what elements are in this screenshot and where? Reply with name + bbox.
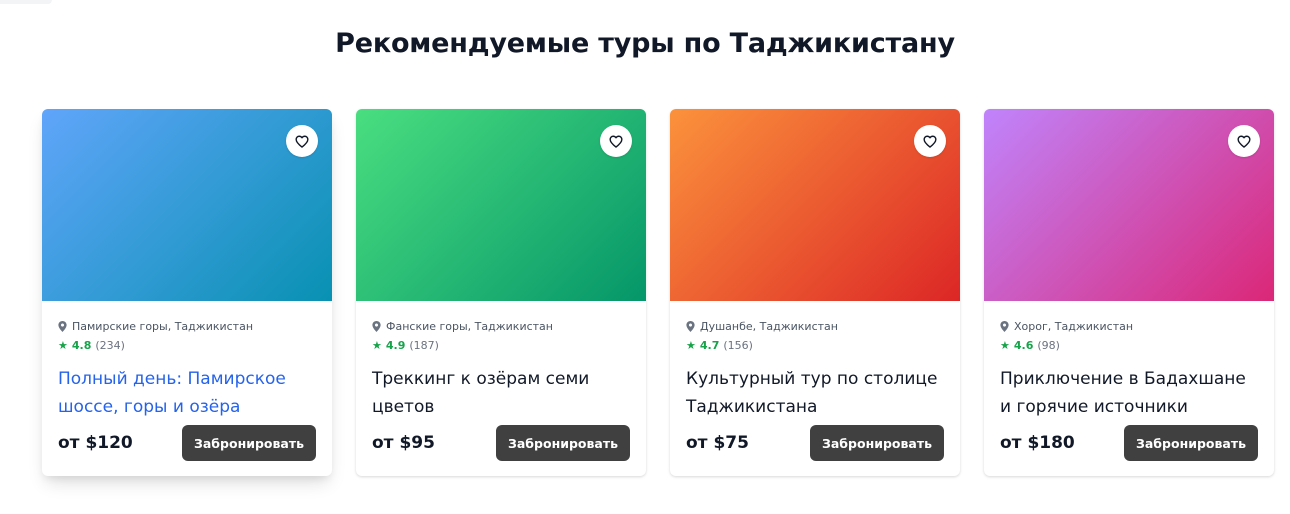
rating-score: 4.6 (1013, 339, 1034, 352)
star-icon: ★ (686, 339, 696, 352)
tour-location: Фанские горы, Таджикистан (372, 320, 553, 333)
review-count: (234) (95, 339, 125, 352)
tour-image[interactable] (670, 109, 960, 301)
map-pin-icon (58, 321, 67, 332)
tour-title[interactable]: Культурный тур по столице Таджикистана (686, 365, 946, 421)
rating-score: 4.8 (71, 339, 92, 352)
rating-score: 4.9 (385, 339, 406, 352)
tour-rating: ★ 4.7 (156) (686, 339, 753, 352)
map-pin-icon (372, 321, 381, 332)
tour-image[interactable] (42, 109, 332, 301)
tour-location: Душанбе, Таджикистан (686, 320, 838, 333)
book-button[interactable]: Забронировать (1124, 425, 1258, 461)
tour-rating: ★ 4.9 (187) (372, 339, 439, 352)
section-title: Рекомендуемые туры по Таджикистану (335, 28, 955, 59)
tour-location: Хорог, Таджикистан (1000, 320, 1133, 333)
star-icon: ★ (58, 339, 68, 352)
tour-rating: ★ 4.8 (234) (58, 339, 125, 352)
tour-image[interactable] (984, 109, 1274, 301)
tour-location-text: Фанские горы, Таджикистан (386, 320, 553, 333)
map-pin-icon (1000, 321, 1009, 332)
tour-location-text: Хорог, Таджикистан (1014, 320, 1134, 333)
tour-card[interactable]: Фанские горы, Таджикистан ★ 4.9 (187) Тр… (356, 109, 646, 476)
tour-title[interactable]: Полный день: Памирское шоссе, горы и озё… (58, 365, 318, 421)
tour-price: от $75 (686, 433, 749, 453)
tour-title[interactable]: Треккинг к озёрам семи цветов (372, 365, 632, 421)
tour-price: от $180 (1000, 433, 1075, 453)
tour-title[interactable]: Приключение в Бадахшане и горячие источн… (1000, 365, 1260, 421)
star-icon: ★ (372, 339, 382, 352)
tour-location-text: Памирские горы, Таджикистан (72, 320, 254, 333)
tour-card[interactable]: Душанбе, Таджикистан ★ 4.7 (156) Культур… (670, 109, 960, 476)
tour-card[interactable]: Хорог, Таджикистан ★ 4.6 (98) Приключени… (984, 109, 1274, 476)
review-count: (156) (723, 339, 753, 352)
book-button[interactable]: Забронировать (810, 425, 944, 461)
favorite-button[interactable] (914, 125, 946, 157)
tour-card[interactable]: Памирские горы, Таджикистан ★ 4.8 (234) … (42, 109, 332, 476)
book-button[interactable]: Забронировать (496, 425, 630, 461)
book-button[interactable]: Забронировать (182, 425, 316, 461)
tour-cards: Памирские горы, Таджикистан ★ 4.8 (234) … (42, 109, 1274, 476)
heart-icon (923, 135, 937, 148)
favorite-button[interactable] (1228, 125, 1260, 157)
review-count: (187) (409, 339, 439, 352)
tour-location: Памирские горы, Таджикистан (58, 320, 253, 333)
review-count: (98) (1037, 339, 1060, 352)
tour-rating: ★ 4.6 (98) (1000, 339, 1060, 352)
tour-price: от $120 (58, 433, 133, 453)
tour-price: от $95 (372, 433, 435, 453)
star-icon: ★ (1000, 339, 1010, 352)
heart-icon (609, 135, 623, 148)
favorite-button[interactable] (600, 125, 632, 157)
favorite-button[interactable] (286, 125, 318, 157)
tour-location-text: Душанбе, Таджикистан (700, 320, 838, 333)
heart-icon (1237, 135, 1251, 148)
tour-image[interactable] (356, 109, 646, 301)
heart-icon (295, 135, 309, 148)
corner-tab (0, 0, 52, 4)
rating-score: 4.7 (699, 339, 720, 352)
map-pin-icon (686, 321, 695, 332)
